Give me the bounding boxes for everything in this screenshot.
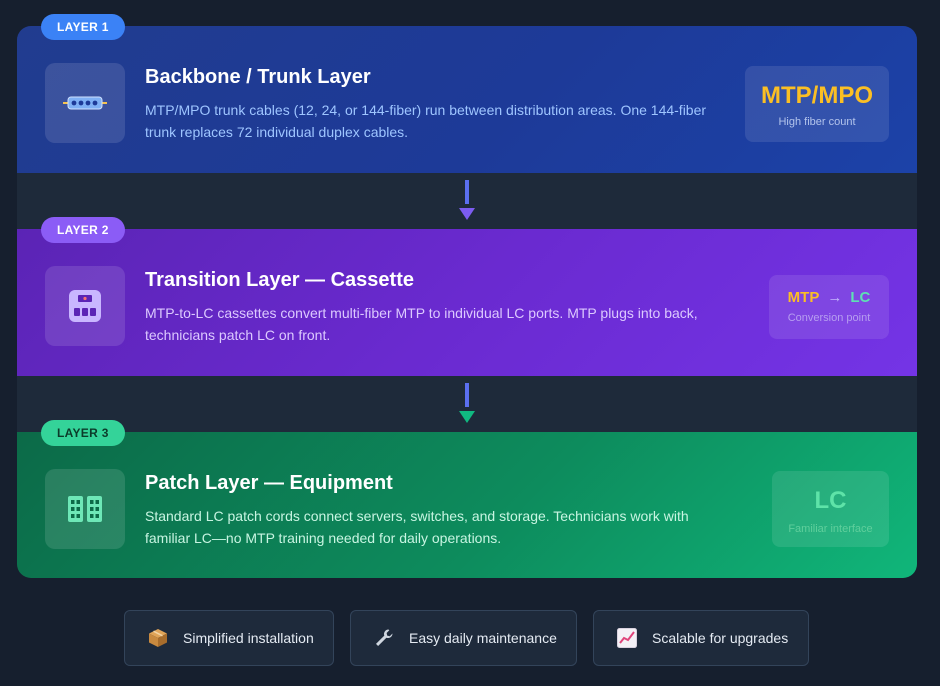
cassette-icon xyxy=(45,266,125,346)
wrench-icon xyxy=(373,627,395,649)
layer-3-connector-type: LC xyxy=(814,487,847,514)
feature-label: Simplified installation xyxy=(183,630,314,646)
conversion-from: MTP xyxy=(787,289,820,306)
down-arrow-icon xyxy=(459,180,475,220)
feature-label: Scalable for upgrades xyxy=(652,630,789,646)
feature-list: Simplified installation Easy daily maint… xyxy=(0,610,940,666)
layer-2-badge: LAYER 2 xyxy=(41,217,125,243)
feature-label: Easy daily maintenance xyxy=(409,630,557,646)
layer-1-panel: Backbone / Trunk Layer MTP/MPO trunk cab… xyxy=(17,26,917,173)
layer-3-description: Standard LC patch cords connect servers,… xyxy=(145,508,689,546)
layer-2-title: Transition Layer — Cassette xyxy=(145,269,414,291)
down-arrow-icon xyxy=(459,383,475,423)
layer-2-panel: Transition Layer — Cassette MTP-to-LC ca… xyxy=(17,229,917,376)
feature-scalable-upgrades: Scalable for upgrades xyxy=(593,610,809,666)
feature-easy-maintenance: Easy daily maintenance xyxy=(350,610,577,666)
layer-3-badge: LAYER 3 xyxy=(41,420,125,446)
conversion-to: LC xyxy=(850,289,871,306)
layer-1-description: MTP/MPO trunk cables (12, 24, or 144-fib… xyxy=(145,102,707,140)
lc-ports-icon xyxy=(45,469,125,549)
layer-3-title: Patch Layer — Equipment xyxy=(145,472,393,494)
trunk-cable-icon xyxy=(45,63,125,143)
layer-1-connector-type: MTP/MPO xyxy=(761,82,873,109)
right-arrow-icon: → xyxy=(827,289,843,306)
layer-3-panel: Patch Layer — Equipment Standard LC patc… xyxy=(17,432,917,578)
chart-up-icon xyxy=(616,627,638,649)
layer-2-conversion-card: MTP → LC Conversion point xyxy=(769,275,889,339)
layer-1-title: Backbone / Trunk Layer xyxy=(145,66,371,88)
feature-simplified-installation: Simplified installation xyxy=(124,610,334,666)
layer-stack: Backbone / Trunk Layer MTP/MPO trunk cab… xyxy=(17,26,917,578)
layer-1-badge: LAYER 1 xyxy=(41,14,125,40)
layer-3-interface-note: Familiar interface xyxy=(788,523,873,535)
package-icon xyxy=(147,627,169,649)
layer-2-description: MTP-to-LC cassettes convert multi-fiber … xyxy=(145,305,698,343)
layer-2-conversion-note: Conversion point xyxy=(787,312,871,324)
layer-1-connector-note: High fiber count xyxy=(778,116,856,128)
layer-1-connector-card: MTP/MPO High fiber count xyxy=(745,66,889,142)
layer-3-interface-card: LC Familiar interface xyxy=(772,471,889,547)
